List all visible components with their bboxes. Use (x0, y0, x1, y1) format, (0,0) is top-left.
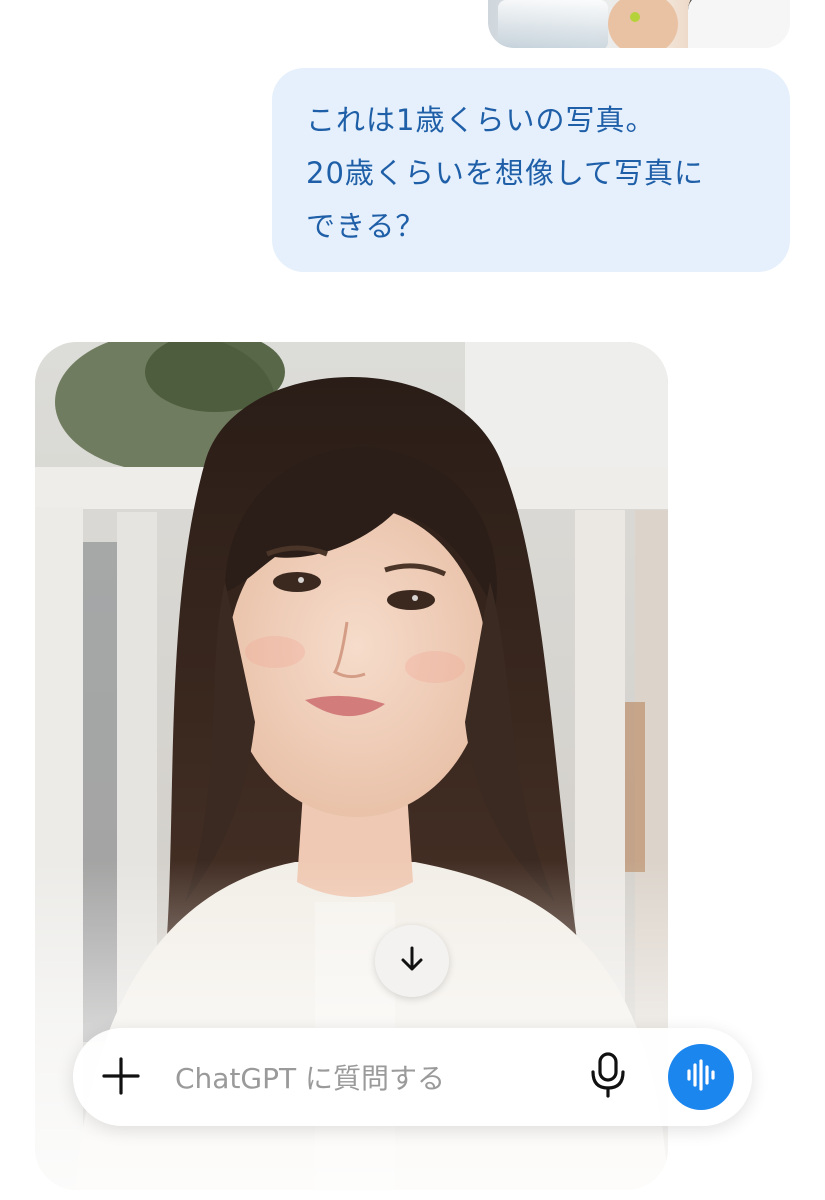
attach-button[interactable] (97, 1054, 145, 1102)
voice-mode-button[interactable] (668, 1044, 734, 1110)
microphone-icon (588, 1052, 628, 1102)
user-message-line: 20歳くらいを想像して写真に (306, 156, 705, 190)
user-message-line: できる？ (306, 209, 426, 243)
previous-image-thumbnail[interactable] (488, 0, 790, 48)
image-detail-toy (630, 12, 640, 22)
voice-mode-icon (684, 1058, 718, 1096)
message-input[interactable] (175, 1056, 555, 1100)
image-detail-hand (608, 0, 678, 48)
dictate-button[interactable] (583, 1052, 633, 1102)
arrow-down-icon (396, 943, 428, 979)
plus-icon (101, 1056, 141, 1100)
image-detail-cloth (688, 0, 790, 48)
message-composer (73, 1028, 752, 1126)
user-message-bubble: これは1歳くらいの写真。 20歳くらいを想像して写真に できる？ (272, 68, 790, 272)
scroll-to-bottom-button[interactable] (375, 925, 449, 997)
image-detail-bottle (498, 0, 608, 48)
user-message-line: これは1歳くらいの写真。 (306, 103, 656, 137)
